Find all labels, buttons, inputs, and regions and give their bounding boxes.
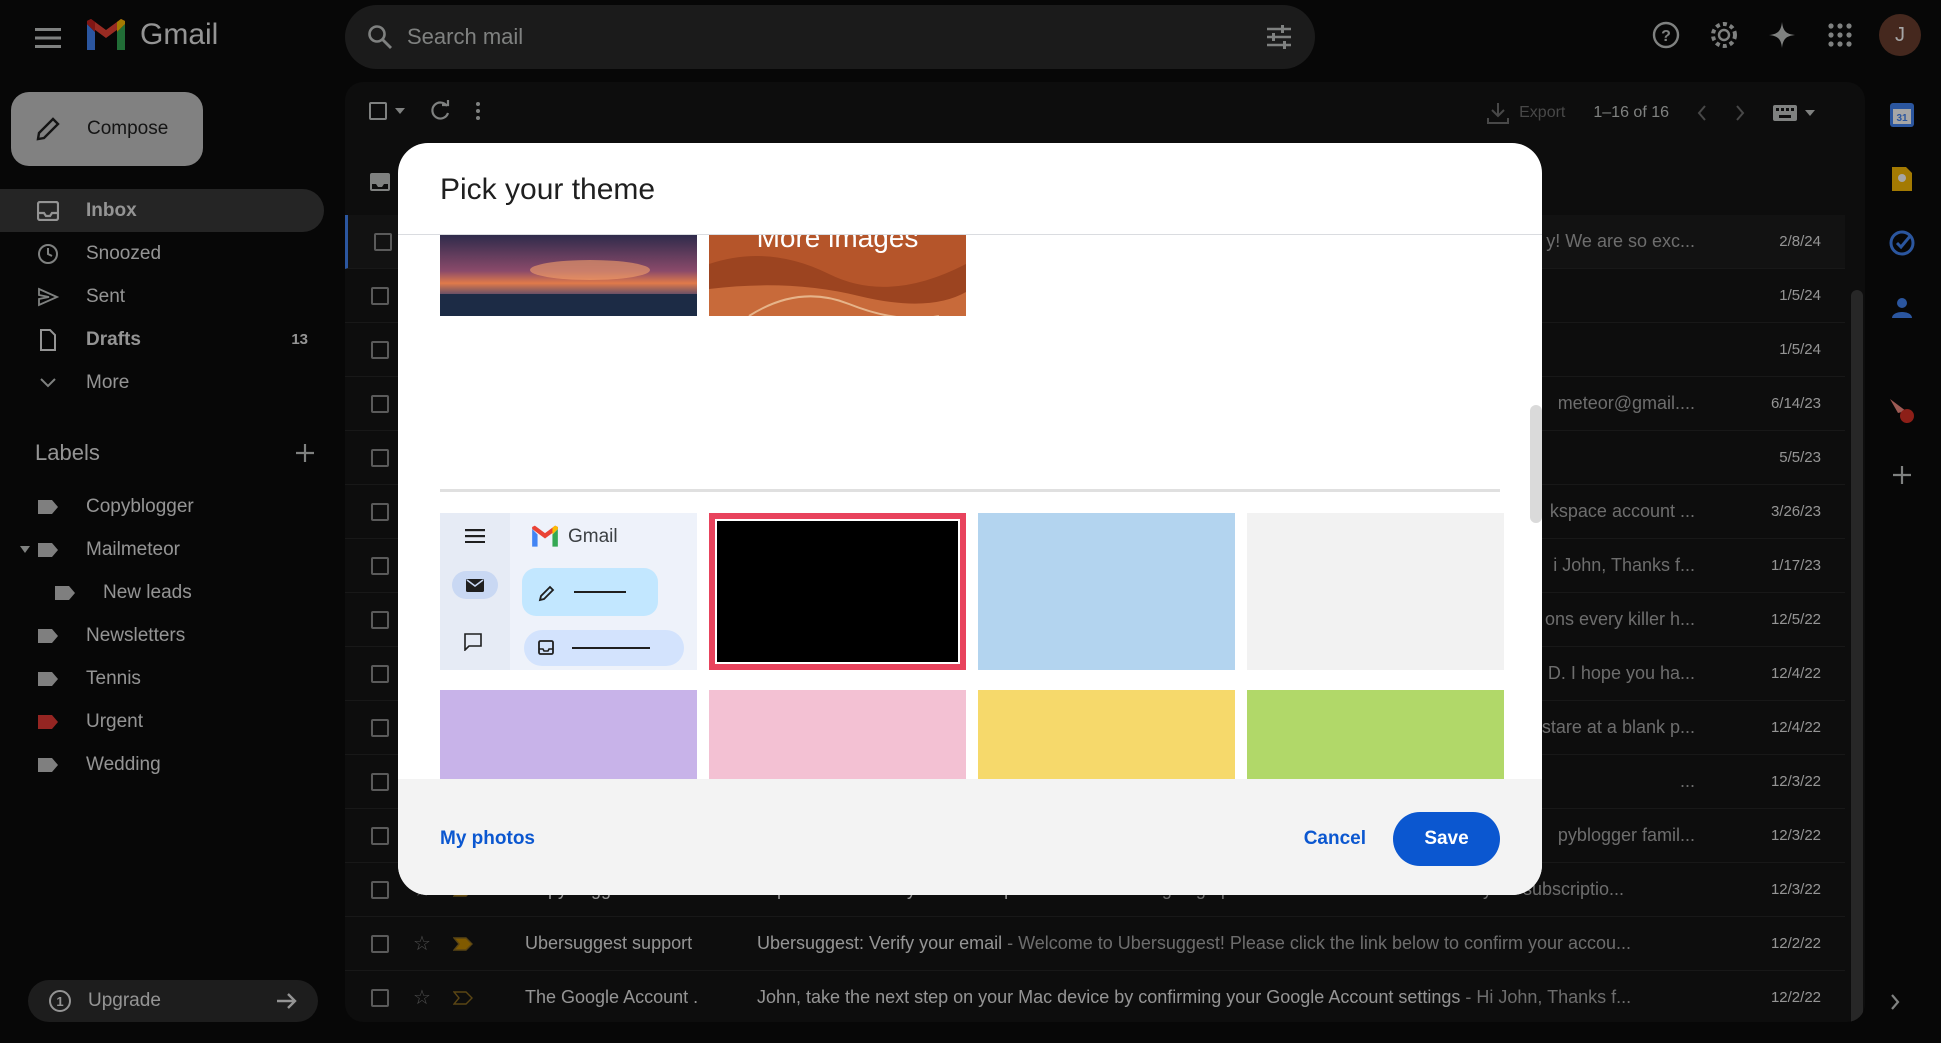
cancel-button[interactable]: Cancel	[1304, 828, 1366, 850]
preview-inbox-pill	[524, 630, 684, 666]
theme-tile-lavender[interactable]	[440, 690, 697, 779]
theme-tile-black[interactable]	[709, 513, 966, 670]
preview-logo: Gmail	[530, 525, 618, 548]
my-photos-button[interactable]: My photos	[440, 828, 535, 850]
theme-grid: More images Gmail	[398, 235, 1542, 779]
preview-hamburger-icon	[465, 529, 485, 543]
theme-section-divider	[440, 489, 1500, 492]
preview-app-name: Gmail	[568, 525, 618, 547]
dialog-title: Pick your theme	[440, 173, 656, 206]
dialog-footer: My photos Cancel Save	[398, 779, 1542, 895]
preview-compose-pill	[522, 568, 658, 616]
save-button[interactable]: Save	[1393, 812, 1500, 866]
dialog-scrollbar-thumb[interactable]	[1530, 405, 1542, 523]
theme-more-images-tile[interactable]: More images	[709, 235, 966, 316]
preview-chat-icon	[464, 633, 482, 651]
theme-tile-yellow[interactable]	[978, 690, 1235, 779]
theme-tile-green[interactable]	[1247, 690, 1504, 779]
theme-tile-light-gray[interactable]	[1247, 513, 1504, 670]
theme-image-sunset-sea[interactable]	[440, 235, 697, 316]
preview-mail-icon	[452, 571, 498, 599]
theme-tile-pink[interactable]	[709, 690, 966, 779]
theme-preview-default[interactable]: Gmail	[440, 513, 697, 670]
more-images-label: More images	[756, 235, 919, 253]
theme-picker-dialog: Pick your theme More images Gmail My pho…	[398, 143, 1542, 895]
theme-tile-light-blue[interactable]	[978, 513, 1235, 670]
